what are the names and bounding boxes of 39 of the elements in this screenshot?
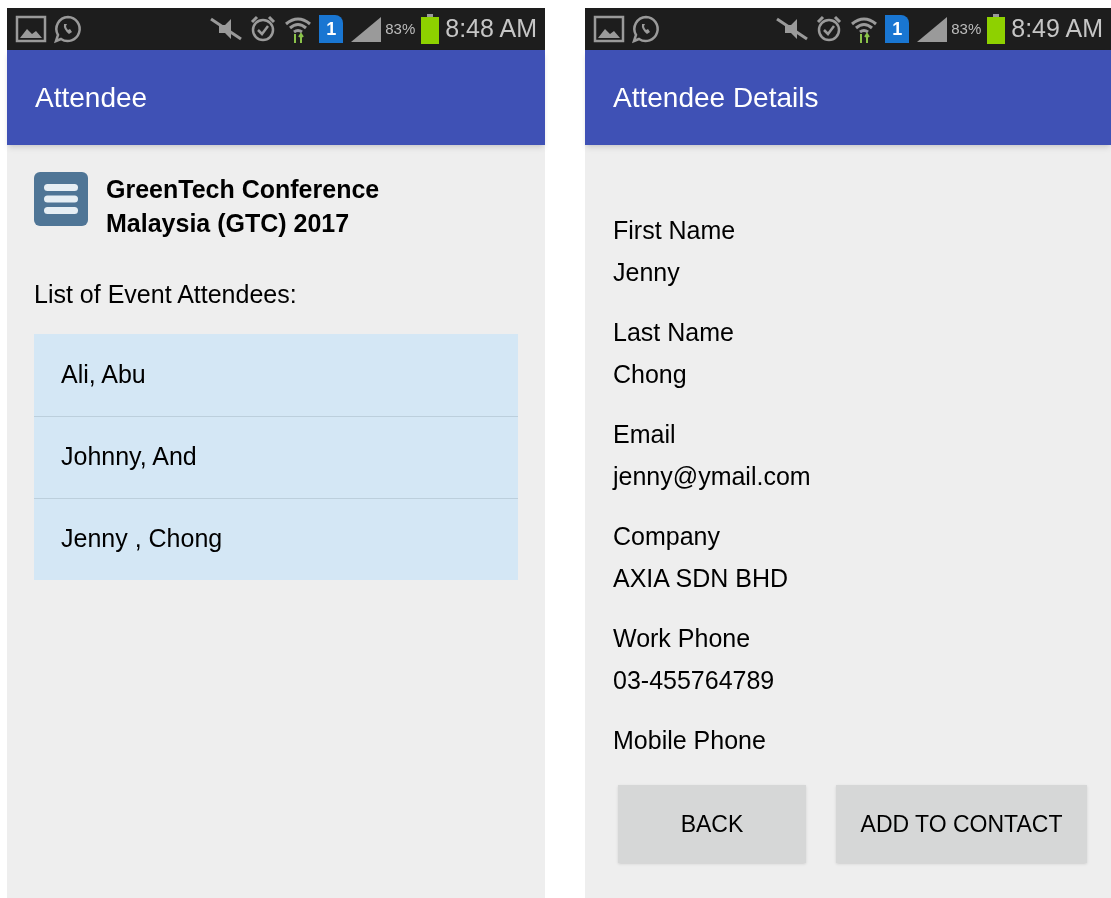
mute-vibrate-icon [775, 15, 810, 43]
alarm-icon [815, 15, 844, 43]
app-bar-title: Attendee Details [613, 80, 819, 115]
attendee-item[interactable]: Johnny, And [34, 415, 518, 498]
clock-time: 8:48 AM [445, 13, 537, 45]
field-label: Work Phone [613, 623, 752, 654]
mute-vibrate-icon [209, 15, 244, 43]
gallery-icon [593, 15, 625, 43]
field-label: First Name [613, 215, 737, 246]
signal-icon [915, 15, 950, 43]
field-label: Mobile Phone [613, 725, 767, 756]
signal-icon [349, 15, 384, 43]
app-bar-title: Attendee [35, 80, 148, 115]
action-button[interactable]: BACK [618, 785, 806, 863]
attendee-item[interactable]: Jenny , Chong [34, 497, 518, 580]
alarm-icon [249, 15, 278, 43]
field-value: 03-455764789 [613, 665, 776, 696]
chat-phone-icon [53, 14, 83, 44]
battery-icon [421, 14, 440, 44]
field-value: Chong [613, 359, 688, 390]
clock-time: 8:49 AM [1011, 13, 1103, 45]
action-button[interactable]: ADD TO CONTACT [836, 785, 1087, 863]
battery-percent: 83% [951, 18, 982, 39]
event-title: GreenTech Conference Malaysia (GTC) 2017 [106, 174, 381, 239]
sim-card-icon: 1 [885, 15, 910, 43]
field-value: AXIA SDN BHD [613, 563, 790, 594]
field-label: Last Name [613, 317, 735, 348]
battery-percent: 83% [385, 18, 416, 39]
field-label: Email [613, 419, 677, 450]
list-heading: List of Event Attendees: [34, 279, 298, 310]
chat-phone-icon [631, 14, 661, 44]
gallery-icon [15, 15, 47, 43]
sim-card-icon: 1 [319, 15, 344, 43]
field-value: jenny@ymail.com [613, 461, 812, 492]
list-icon [34, 172, 88, 226]
battery-icon [987, 14, 1006, 44]
field-value: Jenny [613, 257, 681, 288]
attendee-item[interactable]: Ali, Abu [34, 333, 518, 416]
field-label: Company [613, 521, 721, 552]
